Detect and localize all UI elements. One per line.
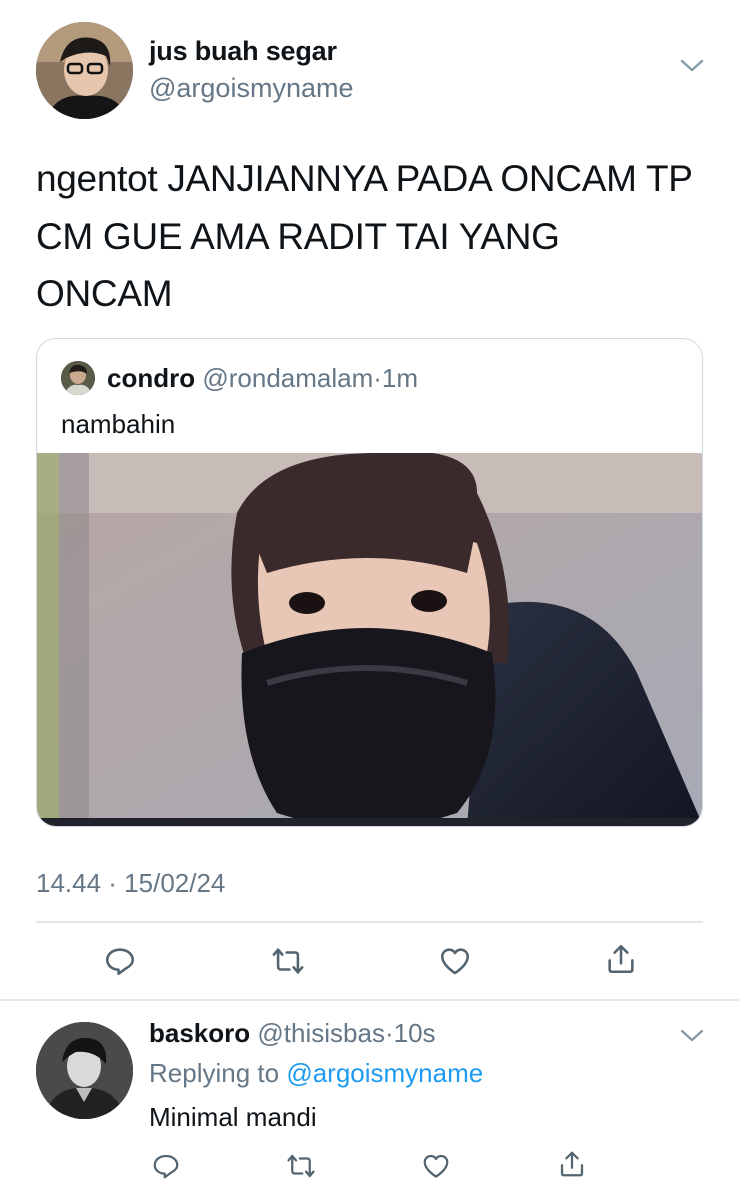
share-icon xyxy=(608,944,634,974)
tweet-text: ngentot JANJIANNYA PADA ONCAM TP CM GUE … xyxy=(36,158,692,314)
share-icon xyxy=(560,1151,584,1177)
section-divider xyxy=(0,999,739,1001)
reply-reply-button[interactable] xyxy=(146,1146,186,1186)
more-options-button[interactable] xyxy=(678,56,706,81)
author-name[interactable]: jus buah segar xyxy=(149,36,337,67)
quoted-photo xyxy=(37,453,702,826)
reply-share-button[interactable] xyxy=(552,1144,592,1184)
replying-to-mention[interactable]: @argoismyname xyxy=(286,1058,483,1088)
quoted-media-image[interactable] xyxy=(37,453,702,826)
quoted-author-avatar[interactable] xyxy=(61,361,95,395)
reply-retweet-button[interactable] xyxy=(281,1146,321,1186)
replying-to-line: Replying to @argoismyname xyxy=(149,1058,483,1089)
divider xyxy=(36,921,703,923)
author-avatar[interactable] xyxy=(36,22,133,119)
reply-button[interactable] xyxy=(97,938,143,984)
reply-header: baskoro @thisisbas·10s xyxy=(149,1018,436,1049)
heart-icon xyxy=(440,948,470,975)
retweet-button[interactable] xyxy=(265,938,311,984)
reply-text: Minimal mandi xyxy=(149,1102,317,1132)
retweet-icon xyxy=(272,948,304,974)
reply-author-name[interactable]: baskoro xyxy=(149,1018,250,1048)
quoted-separator: · xyxy=(373,363,382,393)
quoted-tweet-text: nambahin xyxy=(61,409,176,439)
chevron-down-icon xyxy=(680,59,704,72)
quoted-author-name[interactable]: condro xyxy=(107,363,195,393)
reply-time: 10s xyxy=(393,1018,436,1048)
reply-author-avatar-image xyxy=(36,1022,133,1119)
reply-icon xyxy=(153,1154,179,1179)
reply-more-options-button[interactable] xyxy=(678,1026,706,1051)
reply-separator: · xyxy=(384,1018,394,1048)
tweet-timestamp[interactable]: 14.44 · 15/02/24 xyxy=(36,868,225,899)
quoted-tweet-card[interactable]: condro @rondamalam·1m nambahin xyxy=(36,338,703,827)
replying-to-label: Replying to xyxy=(149,1058,280,1088)
reply-like-button[interactable] xyxy=(416,1146,456,1186)
quoted-time: 1m xyxy=(381,363,419,393)
quoted-author-handle[interactable]: @rondamalam xyxy=(202,363,373,393)
author-handle[interactable]: @argoismyname xyxy=(149,73,353,104)
like-button[interactable] xyxy=(432,938,478,984)
retweet-icon xyxy=(287,1154,315,1178)
heart-icon xyxy=(423,1154,449,1178)
reply-icon xyxy=(105,948,135,976)
chevron-down-icon xyxy=(680,1029,704,1042)
author-avatar-image xyxy=(36,22,133,119)
share-button[interactable] xyxy=(598,936,644,982)
reply-author-handle[interactable]: @thisisbas xyxy=(257,1018,385,1048)
quoted-author-avatar-image xyxy=(61,361,95,395)
reply-author-avatar[interactable] xyxy=(36,1022,133,1119)
quoted-tweet-header: condro @rondamalam·1m xyxy=(107,363,418,394)
